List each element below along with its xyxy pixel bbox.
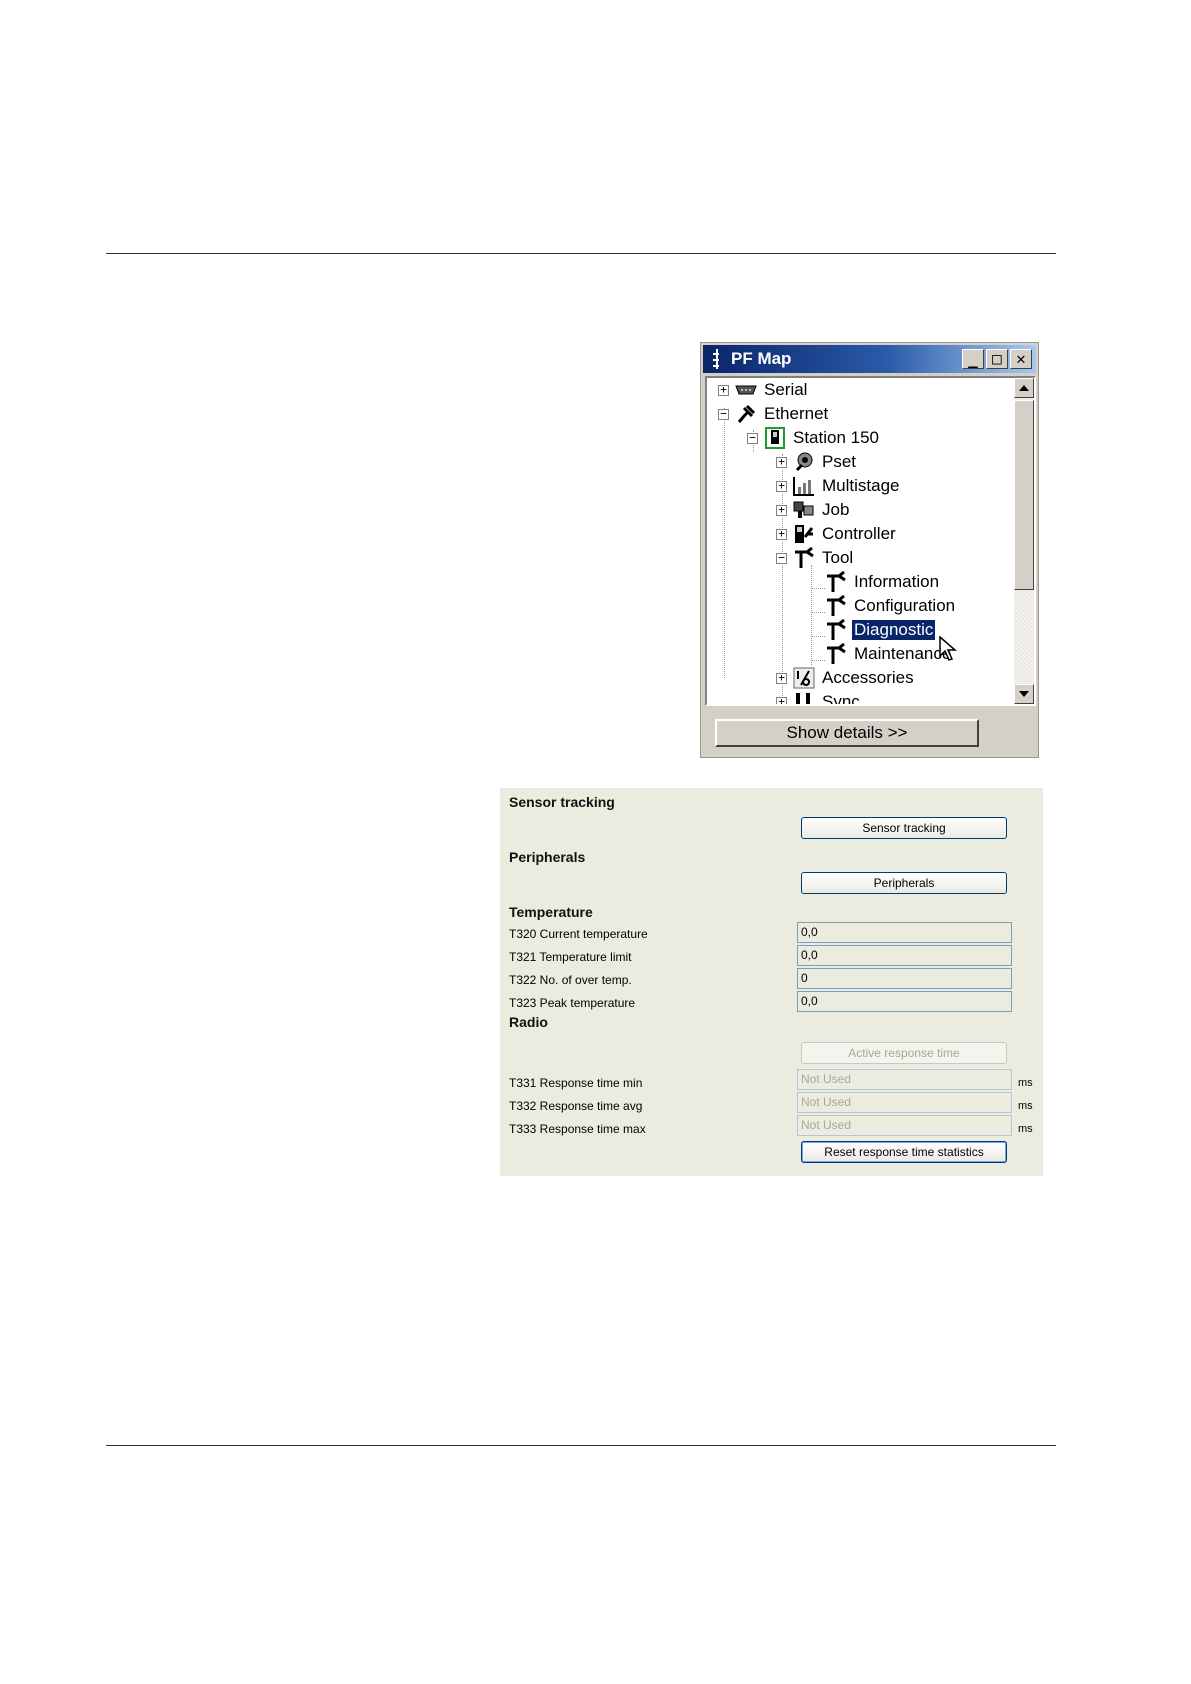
tree-item-diagnostic[interactable]: Diagnostic (825, 618, 937, 642)
tree-item-configuration[interactable]: Configuration (825, 594, 957, 618)
arrow-down-icon (1019, 691, 1029, 697)
collapse-icon[interactable]: − (747, 432, 758, 444)
job-icon (793, 499, 815, 521)
serial-port-icon (735, 379, 757, 401)
tree-item-serial[interactable]: + Serial (718, 378, 809, 402)
tree-item-label-selected: Diagnostic (850, 619, 937, 641)
minimize-button[interactable]: _ (962, 349, 984, 369)
tree-item-label: Job (822, 500, 850, 519)
expand-icon[interactable]: + (776, 480, 787, 492)
pf-map-app-icon (711, 348, 723, 370)
reset-response-time-statistics-button[interactable]: Reset response time statistics (801, 1141, 1007, 1163)
sync-icon (793, 691, 815, 704)
mouse-cursor-icon (939, 636, 958, 661)
pset-icon (793, 451, 815, 473)
tool-icon (825, 595, 847, 617)
pf-map-title: PF Map (731, 349, 792, 368)
active-response-time-button[interactable]: Active response time (801, 1042, 1007, 1064)
t332-label: T332 Response time avg (509, 1099, 643, 1113)
t333-label: T333 Response time max (509, 1122, 646, 1136)
tree-item-label: Accessories (822, 668, 914, 687)
multistage-icon (793, 475, 815, 497)
scroll-up-button[interactable] (1014, 378, 1034, 398)
t332-unit: ms (1018, 1100, 1033, 1112)
t333-field[interactable]: Not Used (797, 1115, 1012, 1136)
t331-field[interactable]: Not Used (797, 1069, 1012, 1090)
maximize-button[interactable]: □ (986, 349, 1008, 369)
tree-item-label: Serial (764, 380, 808, 399)
expand-icon[interactable]: + (776, 504, 787, 516)
scroll-down-button[interactable] (1014, 684, 1034, 704)
tree-item-label: Station 150 (793, 428, 880, 447)
t331-label: T331 Response time min (509, 1076, 643, 1090)
tool-icon (793, 547, 815, 569)
expand-icon[interactable]: + (718, 384, 729, 396)
header-rule (106, 253, 1056, 254)
tree-item-ethernet[interactable]: − Ethernet (718, 402, 830, 426)
t331-unit: ms (1018, 1077, 1033, 1089)
expand-icon[interactable]: + (776, 696, 787, 704)
tree-item-label: Controller (822, 524, 896, 543)
section-title-peripherals: Peripherals (509, 849, 586, 865)
show-details-button[interactable]: Show details >> (715, 719, 979, 747)
arrow-up-icon (1019, 385, 1029, 391)
tree-item-information[interactable]: Information (825, 570, 941, 594)
pf-map-window: PF Map _ □ ✕ + Serial − Ethernet − Stati… (700, 342, 1039, 758)
section-title-sensor-tracking: Sensor tracking (509, 794, 615, 810)
expand-icon[interactable]: + (776, 456, 787, 468)
section-title-radio: Radio (509, 1014, 548, 1030)
close-button[interactable]: ✕ (1010, 349, 1032, 369)
diagnostic-panel: Sensor tracking Sensor tracking Peripher… (500, 788, 1043, 1176)
tree-item-tool[interactable]: − Tool (776, 546, 855, 570)
pf-map-tree[interactable]: + Serial − Ethernet − Station 150 + Pset… (705, 376, 1036, 706)
tree-item-pset[interactable]: + Pset (776, 450, 858, 474)
tree-item-label: Sync (822, 692, 860, 704)
t323-label: T323 Peak temperature (509, 996, 636, 1010)
tree-item-sync[interactable]: + Sync (776, 690, 862, 704)
tree-item-label: Ethernet (764, 404, 829, 423)
tool-icon (825, 619, 847, 641)
section-title-temperature: Temperature (509, 904, 593, 920)
tree-item-multistage[interactable]: + Multistage (776, 474, 901, 498)
t320-field[interactable]: 0,0 (797, 922, 1012, 943)
scroll-thumb[interactable] (1014, 400, 1034, 590)
t320-label: T320 Current temperature (509, 927, 648, 941)
tree-item-maintenance[interactable]: Maintenance (825, 642, 953, 666)
tree-item-label: Pset (822, 452, 857, 471)
tree-item-label: Multistage (822, 476, 900, 495)
tool-icon (825, 571, 847, 593)
accessories-icon (793, 667, 815, 689)
tree-scrollbar[interactable] (1014, 378, 1034, 704)
collapse-icon[interactable]: − (718, 408, 729, 420)
expand-icon[interactable]: + (776, 672, 787, 684)
expand-icon[interactable]: + (776, 528, 787, 540)
tree-item-label: Configuration (854, 596, 956, 615)
t321-field[interactable]: 0,0 (797, 945, 1012, 966)
station-icon (764, 427, 786, 449)
t321-label: T321 Temperature limit (509, 950, 632, 964)
t322-label: T322 No. of over temp. (509, 973, 632, 987)
footer-rule (106, 1445, 1056, 1446)
t322-field[interactable]: 0 (797, 968, 1012, 989)
tool-icon (825, 643, 847, 665)
tree-item-label: Tool (822, 548, 854, 567)
t323-field[interactable]: 0,0 (797, 991, 1012, 1012)
controller-icon (793, 523, 815, 545)
t333-unit: ms (1018, 1123, 1033, 1135)
tree-item-label: Information (854, 572, 940, 591)
ethernet-plug-icon (735, 403, 757, 425)
collapse-icon[interactable]: − (776, 552, 787, 564)
peripherals-button[interactable]: Peripherals (801, 872, 1007, 894)
sensor-tracking-button[interactable]: Sensor tracking (801, 817, 1007, 839)
t332-field[interactable]: Not Used (797, 1092, 1012, 1113)
tree-item-station-150[interactable]: − Station 150 (747, 426, 881, 450)
pf-map-titlebar[interactable]: PF Map _ □ ✕ (703, 345, 1036, 373)
tree-item-controller[interactable]: + Controller (776, 522, 898, 546)
tree-item-job[interactable]: + Job (776, 498, 851, 522)
tree-item-accessories[interactable]: + Accessories (776, 666, 916, 690)
